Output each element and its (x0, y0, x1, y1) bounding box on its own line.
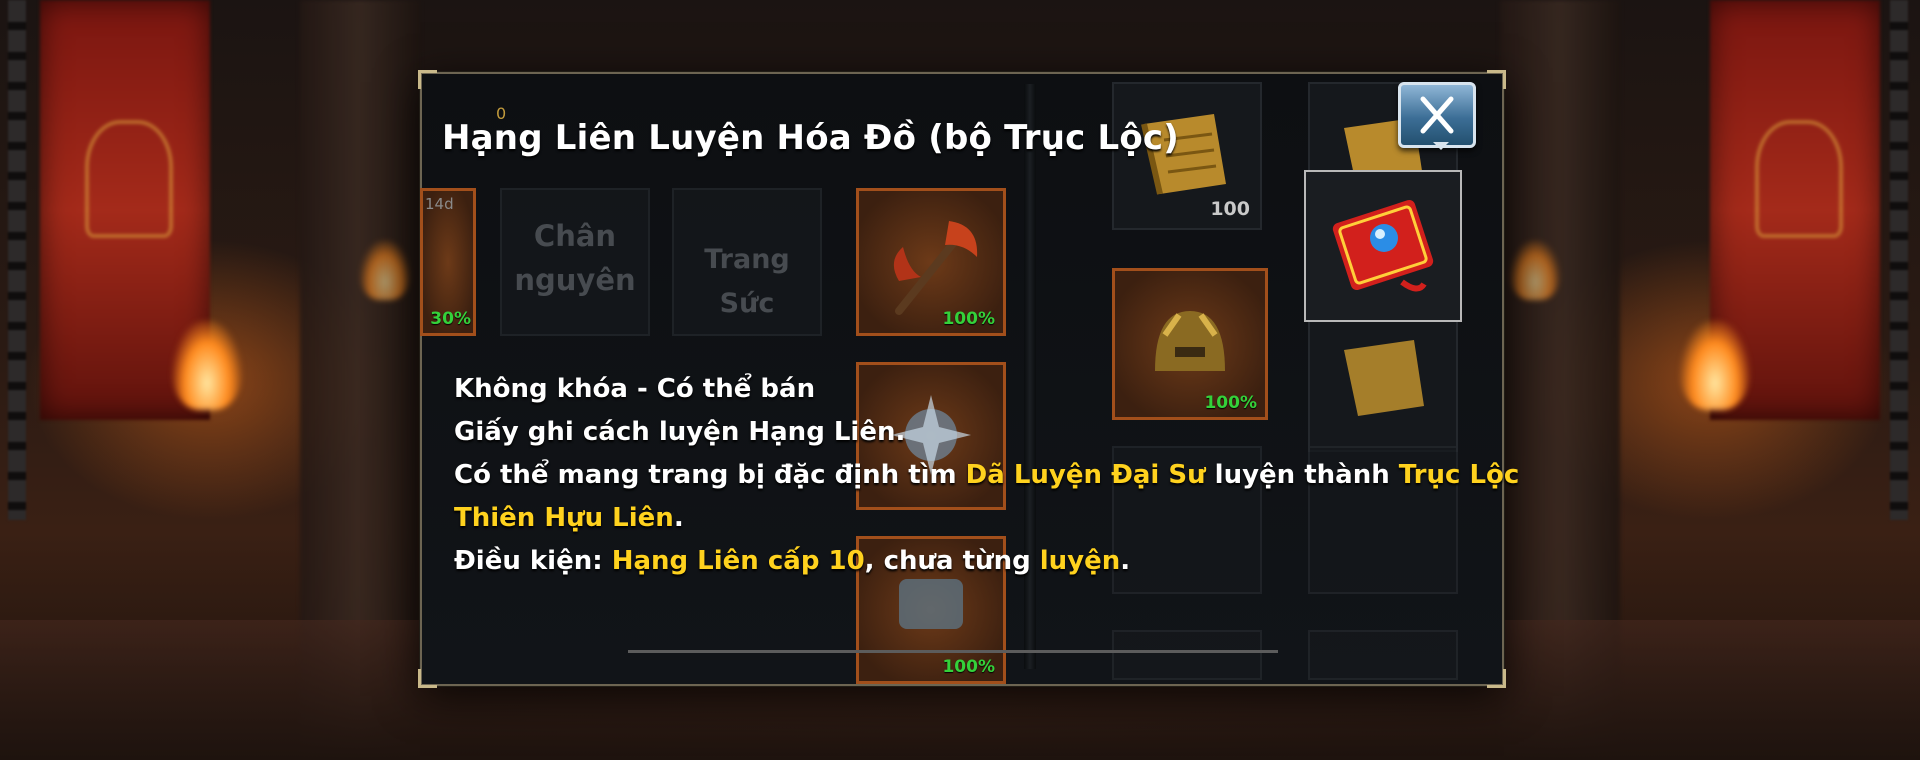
inventory-slot-weapon[interactable]: 100% (856, 188, 1006, 336)
npc-name: Dã Luyện Đại Sư (965, 460, 1206, 490)
dialog-corner (1487, 669, 1506, 688)
slot-percent: 30% (430, 309, 471, 329)
condition-line: Điều kiện: Hạng Liên cấp 10, chưa từng l… (454, 540, 1454, 583)
usage-end: . (673, 503, 684, 533)
bg-chain (1890, 0, 1908, 520)
description-text: Giấy ghi cách luyện Hạng Liên. (454, 417, 906, 447)
necklace-scroll-icon (1332, 199, 1434, 292)
inventory-slot-empty[interactable] (1308, 630, 1458, 680)
usage-prefix: Có thể mang trang bị đặc định tìm (454, 460, 966, 490)
usage-line-2: Thiên Hựu Liên. (454, 497, 1454, 540)
slot-label: Trang Sức (704, 244, 790, 319)
bg-torch-fire (1510, 240, 1560, 300)
selected-item-preview (1304, 170, 1462, 322)
dialog-corner (1487, 70, 1506, 89)
usage-line: Có thể mang trang bị đặc định tìm Dã Luy… (454, 454, 1519, 497)
slot-label: Chân (533, 219, 617, 253)
close-button[interactable] (1398, 82, 1476, 150)
condition-value: Hạng Liên cấp 10 (611, 546, 865, 576)
item-description: Không khóa - Có thể bán Giấy ghi cách lu… (454, 368, 1519, 583)
condition-label: Điều kiện: (454, 546, 612, 576)
close-icon (1420, 96, 1454, 134)
inventory-slot-empty[interactable] (1112, 630, 1262, 680)
slot-duration: 14d (425, 195, 454, 213)
condition-value-2: luyện (1039, 546, 1121, 576)
dialog-corner (418, 669, 437, 688)
inventory-slot-chan-nguyen[interactable]: Chân nguyên (500, 188, 650, 336)
item-quantity: 100 (1210, 198, 1250, 220)
slot-percent: 100% (942, 309, 995, 329)
inventory-slot-partial[interactable]: 14d 30% (420, 188, 476, 336)
inventory-slot-trang-suc[interactable]: Trang Sức (672, 188, 822, 336)
result-item-part2: Thiên Hựu Liên (454, 503, 674, 533)
bg-torch-fire (1680, 320, 1750, 410)
bg-chain (8, 0, 26, 520)
item-title: Hạng Liên Luyện Hóa Đồ (bộ Trục Lộc) (442, 118, 1180, 158)
slot-percent: 100% (942, 657, 995, 677)
bg-torch-fire (360, 240, 410, 300)
usage-middle: luyện thành (1205, 460, 1399, 490)
result-item-part1: Trục Lộc (1398, 460, 1520, 490)
slot-label: nguyên (514, 263, 636, 297)
lock-status-text: Không khóa - Có thể bán (454, 374, 816, 404)
bg-torch-fire (172, 320, 242, 410)
condition-middle: , chưa từng (864, 546, 1040, 576)
condition-end: . (1120, 546, 1131, 576)
dialog-corner (418, 70, 437, 89)
scroll-indicator (628, 650, 1278, 653)
